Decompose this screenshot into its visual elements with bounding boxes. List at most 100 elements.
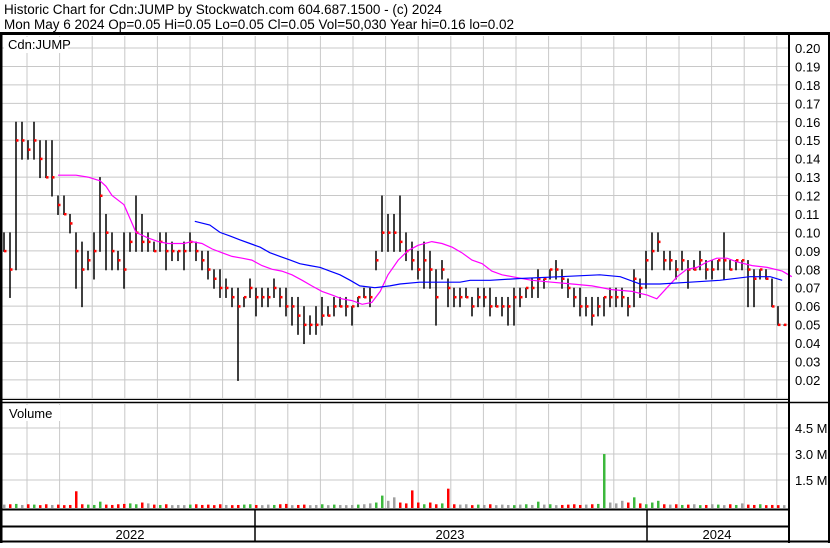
close-tick	[58, 203, 61, 207]
close-tick	[16, 139, 19, 142]
close-tick	[754, 277, 757, 280]
volume-bar	[543, 504, 546, 508]
close-tick	[10, 268, 13, 271]
close-tick	[598, 305, 601, 308]
volume-bar	[597, 503, 600, 508]
price-tick-label: 0.17	[795, 96, 820, 111]
volume-bar	[93, 504, 96, 508]
volume-bar	[549, 504, 552, 508]
volume-bar	[627, 502, 630, 508]
volume-bar	[459, 504, 462, 508]
volume-bar	[465, 504, 468, 508]
volume-bar	[723, 505, 726, 508]
volume-bar	[495, 505, 498, 508]
volume-bar	[75, 491, 78, 508]
close-tick	[340, 305, 343, 308]
volume-bar	[99, 501, 102, 508]
close-tick	[658, 240, 661, 244]
close-tick	[322, 314, 325, 317]
volume-bar	[201, 504, 204, 508]
volume-bar	[441, 503, 444, 508]
close-tick	[592, 314, 595, 317]
close-tick	[184, 249, 187, 253]
volume-bar	[765, 505, 768, 508]
volume-bar	[219, 504, 222, 508]
volume-bar	[489, 504, 492, 508]
close-tick	[442, 268, 445, 271]
volume-bar	[609, 502, 612, 508]
volume-bar	[333, 504, 336, 508]
close-tick	[196, 249, 199, 253]
close-tick	[502, 305, 505, 308]
volume-bar	[303, 504, 306, 508]
close-tick	[448, 286, 451, 290]
close-tick	[112, 249, 115, 253]
close-tick	[586, 305, 589, 308]
close-tick	[70, 222, 73, 225]
close-tick	[214, 277, 217, 280]
volume-bar	[15, 503, 18, 508]
volume-bar	[135, 504, 138, 508]
close-tick	[532, 286, 535, 290]
close-tick	[364, 295, 367, 299]
close-tick	[478, 295, 481, 299]
close-tick	[22, 139, 25, 142]
volume-bar	[537, 501, 540, 508]
close-tick	[574, 295, 577, 299]
price-tick-label: 0.10	[795, 225, 820, 240]
volume-bar	[159, 504, 162, 508]
volume-bar	[759, 504, 762, 508]
volume-bar	[315, 504, 318, 508]
close-tick	[40, 157, 43, 161]
price-tick-label: 0.02	[795, 373, 820, 388]
price-tick-label: 0.12	[795, 189, 820, 204]
close-tick	[352, 305, 355, 308]
volume-axis: 4.5 M 3.0 M 1.5 M	[795, 421, 828, 488]
volume-tick-label: 1.5 M	[795, 473, 828, 488]
volume-bar	[345, 505, 348, 508]
close-tick	[748, 268, 751, 271]
volume-bar	[471, 505, 474, 508]
volume-bar	[261, 505, 264, 508]
volume-bar	[231, 505, 234, 508]
year-label-2022: 2022	[116, 527, 145, 542]
close-tick	[118, 259, 121, 262]
close-tick	[304, 323, 307, 327]
volume-bar	[213, 505, 216, 508]
close-tick	[142, 240, 145, 244]
close-tick	[484, 295, 487, 299]
close-tick	[760, 268, 763, 271]
volume-bar	[225, 504, 228, 508]
volume-bar	[81, 504, 84, 508]
volume-bar	[735, 504, 738, 508]
price-tick-label: 0.18	[795, 78, 820, 93]
close-tick	[250, 286, 253, 290]
volume-bar	[477, 504, 480, 508]
close-tick	[520, 295, 523, 299]
chart-title: Historic Chart for Cdn:JUMP by Stockwatc…	[4, 2, 442, 17]
close-tick	[268, 295, 271, 299]
volume-bar	[39, 505, 42, 508]
volume-bar	[33, 504, 36, 508]
close-tick	[238, 305, 241, 308]
close-tick	[358, 295, 361, 299]
volume-bar	[633, 497, 636, 508]
volume-bar	[657, 500, 660, 508]
volume-bar	[207, 504, 210, 508]
close-tick	[148, 240, 151, 244]
close-tick	[778, 323, 781, 327]
volume-bar	[189, 504, 192, 508]
close-tick	[676, 268, 679, 271]
volume-bar	[447, 488, 450, 508]
close-tick	[382, 231, 385, 234]
close-tick	[628, 305, 631, 308]
volume-bar	[681, 504, 684, 508]
close-tick	[46, 176, 49, 179]
volume-bar	[705, 504, 708, 508]
volume-label: Volume	[9, 406, 52, 421]
volume-bar	[339, 504, 342, 508]
volume-bar	[351, 504, 354, 508]
volume-bar	[387, 500, 390, 508]
volume-bar	[615, 503, 618, 508]
close-tick	[622, 295, 625, 299]
